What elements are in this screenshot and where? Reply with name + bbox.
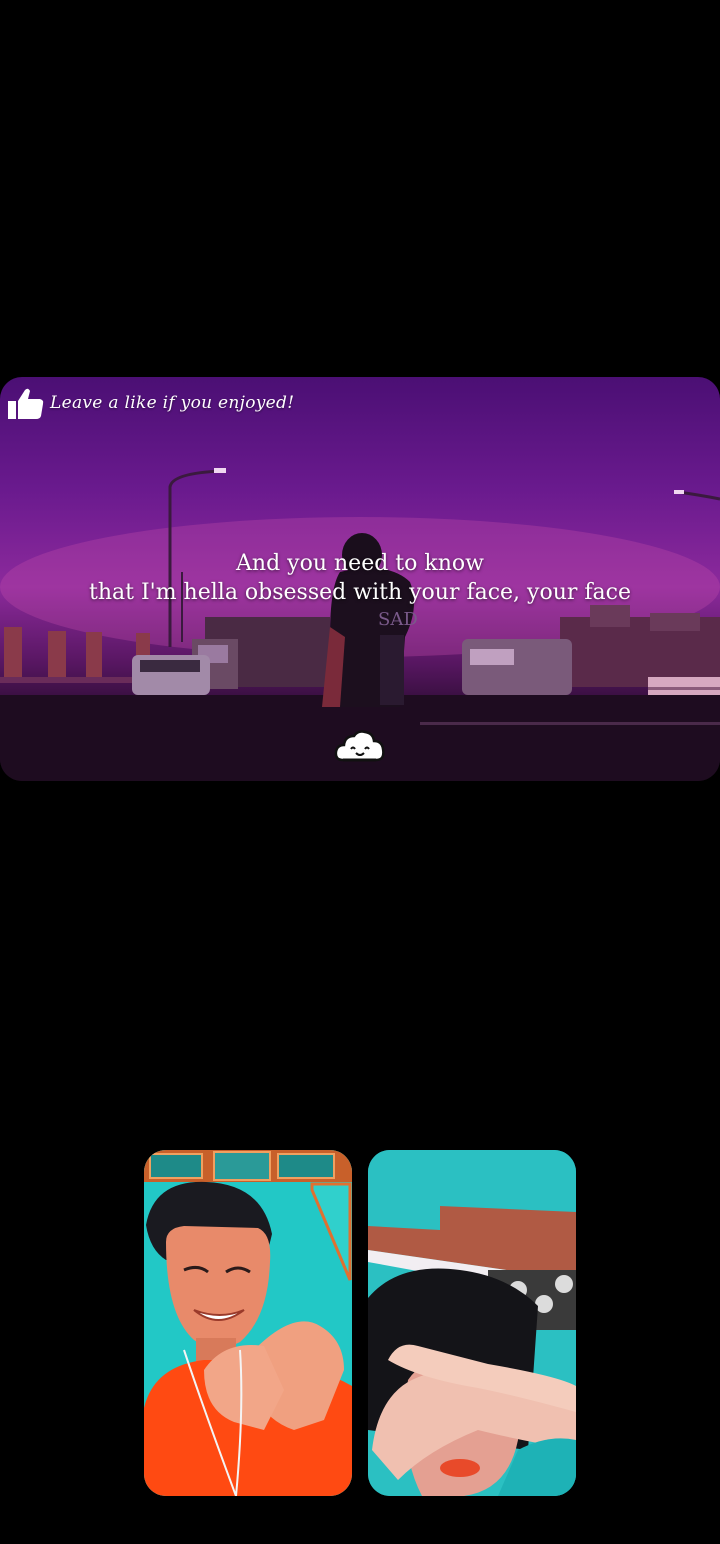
- participant-video-2[interactable]: [368, 1150, 576, 1496]
- music-video-player[interactable]: SAD Leave a like if you enjoyed! And you…: [0, 377, 720, 781]
- like-prompt: Leave a like if you enjoyed!: [8, 387, 294, 419]
- lyrics-line-1: And you need to know: [236, 551, 484, 576]
- cloud-smile-icon: [334, 730, 385, 762]
- thumbs-up-icon: [8, 388, 44, 419]
- shirt-text: SAD: [378, 609, 418, 630]
- lyrics-caption: And you need to know that I'm hella obse…: [0, 549, 720, 607]
- participant-1-feed: [144, 1150, 352, 1496]
- like-prompt-text: Leave a like if you enjoyed!: [50, 393, 295, 413]
- lyrics-line-2: that I'm hella obsessed with your face, …: [89, 580, 631, 605]
- participant-2-feed: [368, 1150, 576, 1496]
- participant-video-1[interactable]: [144, 1150, 352, 1496]
